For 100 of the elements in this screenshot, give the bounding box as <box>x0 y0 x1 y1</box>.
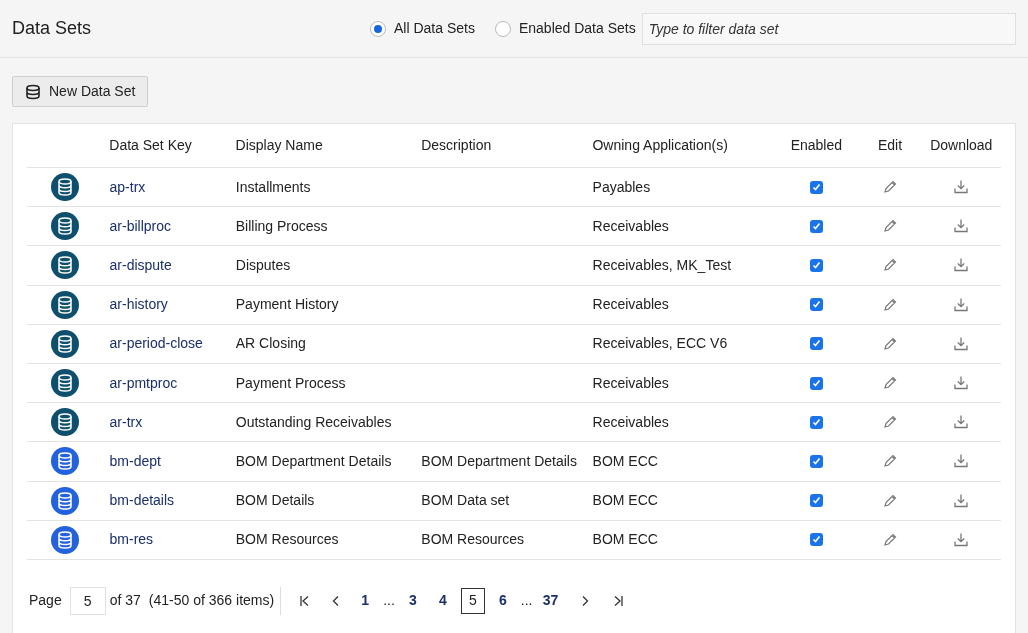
owning-application: BOM ECC <box>592 492 658 509</box>
column-header: Data Set Key <box>109 136 193 155</box>
owning-application: Receivables <box>592 413 669 430</box>
enabled-checkbox[interactable] <box>809 533 823 547</box>
download-icon[interactable] <box>953 179 970 196</box>
display-name: BOM Details <box>235 492 315 509</box>
last-page-icon[interactable] <box>612 594 625 607</box>
display-name: Outstanding Receivables <box>235 413 392 430</box>
check-icon <box>811 417 821 427</box>
column-header: Description <box>421 136 493 155</box>
download-icon[interactable] <box>953 531 970 548</box>
page-link[interactable]: 37 <box>538 587 563 614</box>
owning-application: BOM ECC <box>592 452 658 469</box>
filter-field[interactable]: Type to filter data set <box>641 12 1016 45</box>
data-set-key-link[interactable]: ar-billproc <box>109 217 171 234</box>
check-icon <box>811 456 821 466</box>
description: BOM Resources <box>421 531 525 548</box>
display-name: Installments <box>235 178 311 195</box>
data-set-key-link[interactable]: ar-history <box>109 296 168 313</box>
page-link[interactable]: 4 <box>430 587 455 614</box>
pencil-icon[interactable] <box>883 454 898 469</box>
column-header: Enabled <box>789 136 844 155</box>
pencil-icon[interactable] <box>883 532 898 547</box>
check-icon <box>811 535 821 545</box>
display-name: Disputes <box>235 256 291 273</box>
column-header: Display Name <box>235 136 324 155</box>
data-set-key-link[interactable]: bm-res <box>109 531 154 548</box>
page-label: Page <box>29 591 62 611</box>
display-name: Billing Process <box>235 217 328 234</box>
description: BOM Data set <box>421 492 510 509</box>
display-name: BOM Department Details <box>235 452 392 469</box>
download-icon[interactable] <box>953 335 970 352</box>
data-set-key-link[interactable]: ar-trx <box>109 413 143 430</box>
next-page-icon[interactable] <box>580 594 591 607</box>
check-icon <box>811 260 821 270</box>
download-icon[interactable] <box>953 492 970 509</box>
owning-application: Payables <box>592 178 651 195</box>
enabled-checkbox[interactable] <box>809 258 823 272</box>
data-set-key-link[interactable]: ar-dispute <box>109 256 172 273</box>
check-icon <box>811 182 821 192</box>
enabled-checkbox[interactable] <box>809 298 823 312</box>
enabled-checkbox[interactable] <box>809 454 823 468</box>
pencil-icon[interactable] <box>883 219 898 234</box>
page-link[interactable]: 6 <box>490 587 515 614</box>
display-name: BOM Resources <box>235 531 339 548</box>
download-icon[interactable] <box>953 375 970 392</box>
column-header: Edit <box>876 136 904 155</box>
owning-application: Receivables, MK_Test <box>592 256 732 273</box>
column-header: Owning Application(s) <box>592 136 729 155</box>
item-range: (41-50 of 366 items) <box>148 591 275 611</box>
check-icon <box>811 339 821 349</box>
data-set-key-link[interactable]: bm-dept <box>109 452 161 469</box>
data-set-key-link[interactable]: ar-period-close <box>109 335 203 352</box>
page-link[interactable]: 5 <box>460 587 485 614</box>
data-set-key-link[interactable]: ar-pmtproc <box>109 374 178 391</box>
page-link[interactable]: 1 <box>353 587 378 614</box>
owning-application: Receivables <box>592 296 669 313</box>
pencil-icon[interactable] <box>883 415 898 430</box>
owning-application: Receivables <box>592 217 669 234</box>
check-icon <box>811 378 821 388</box>
display-name: Payment Process <box>235 374 346 391</box>
pencil-icon[interactable] <box>883 258 898 273</box>
enabled-checkbox[interactable] <box>809 337 823 351</box>
pencil-icon[interactable] <box>883 493 898 508</box>
download-icon[interactable] <box>953 218 970 235</box>
enabled-checkbox[interactable] <box>809 180 823 194</box>
display-name: AR Closing <box>235 335 306 352</box>
pencil-icon[interactable] <box>883 180 898 195</box>
pencil-icon[interactable] <box>883 336 898 351</box>
description: BOM Department Details <box>421 452 577 469</box>
column-header: Download <box>929 136 994 155</box>
enabled-checkbox[interactable] <box>809 376 823 390</box>
filter-radio[interactable]: Enabled Data Sets <box>494 18 636 39</box>
check-icon <box>811 221 821 231</box>
owning-application: BOM ECC <box>592 531 658 548</box>
page-number-field[interactable]: 5 <box>69 586 106 615</box>
download-icon[interactable] <box>953 414 970 431</box>
enabled-checkbox[interactable] <box>809 494 823 508</box>
owning-application: Receivables, ECC V6 <box>592 335 728 352</box>
owning-application: Receivables <box>592 374 669 391</box>
download-icon[interactable] <box>953 453 970 470</box>
enabled-checkbox[interactable] <box>809 415 823 429</box>
page-ellipsis: ... <box>520 591 533 611</box>
database-icon <box>25 83 41 100</box>
data-set-key-link[interactable]: bm-details <box>109 492 175 509</box>
pencil-icon[interactable] <box>883 297 898 312</box>
page-count: of 37 <box>109 591 141 611</box>
display-name: Payment History <box>235 296 339 313</box>
data-set-key-link[interactable]: ap-trx <box>109 178 146 195</box>
enabled-checkbox[interactable] <box>809 219 823 233</box>
page-link[interactable]: 3 <box>400 587 425 614</box>
check-icon <box>811 300 821 310</box>
check-icon <box>811 496 821 506</box>
pencil-icon[interactable] <box>883 376 898 391</box>
filter-radio[interactable]: All Data Sets <box>370 18 475 39</box>
page-title: Data Sets <box>12 17 93 40</box>
new-data-set-button[interactable]: New Data Set <box>12 76 149 107</box>
page-ellipsis: ... <box>383 591 395 611</box>
download-icon[interactable] <box>953 257 970 274</box>
download-icon[interactable] <box>953 296 970 313</box>
